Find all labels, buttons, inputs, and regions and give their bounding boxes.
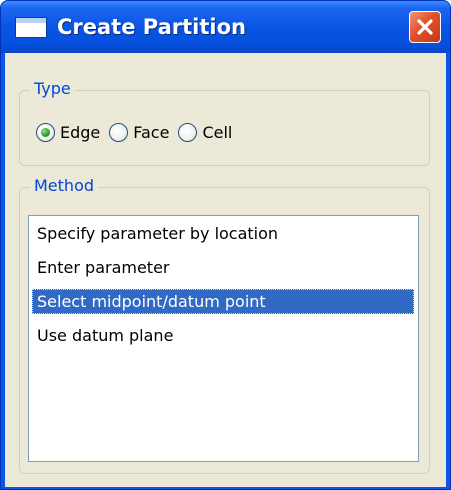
- window-icon[interactable]: [16, 18, 46, 37]
- radio-unchecked-icon[interactable]: [178, 122, 198, 142]
- method-group: Method Specify parameter by location Ent…: [19, 174, 430, 474]
- list-item-selected[interactable]: Select midpoint/datum point: [32, 289, 414, 314]
- list-item[interactable]: Specify parameter by location: [32, 221, 414, 246]
- list-item[interactable]: Use datum plane: [32, 323, 414, 348]
- close-button[interactable]: [409, 11, 441, 43]
- radio-checked-icon[interactable]: [36, 122, 55, 142]
- type-group: Type Edge Face Cell: [19, 77, 430, 166]
- method-group-legend: Method: [30, 174, 99, 198]
- method-listbox[interactable]: Specify parameter by location Enter para…: [28, 215, 419, 462]
- radio-unchecked-icon[interactable]: [109, 122, 129, 142]
- list-item[interactable]: Enter parameter: [32, 255, 414, 280]
- type-group-legend: Type: [30, 77, 75, 101]
- create-partition-dialog: Create Partition Type Edge Face Cell Met…: [0, 0, 451, 490]
- radio-label-edge[interactable]: Edge: [60, 123, 100, 142]
- dialog-client-area: Type Edge Face Cell Method Specify param…: [5, 53, 446, 487]
- title-bar[interactable]: Create Partition: [1, 1, 450, 53]
- close-icon: [417, 19, 433, 35]
- radio-label-face[interactable]: Face: [133, 123, 169, 142]
- radio-label-cell[interactable]: Cell: [202, 123, 232, 142]
- window-title: Create Partition: [57, 15, 246, 39]
- radio-option-cell[interactable]: Cell: [178, 122, 232, 142]
- radio-option-edge[interactable]: Edge: [36, 122, 100, 142]
- type-radio-group: Edge Face Cell: [36, 120, 241, 144]
- radio-option-face[interactable]: Face: [109, 122, 169, 142]
